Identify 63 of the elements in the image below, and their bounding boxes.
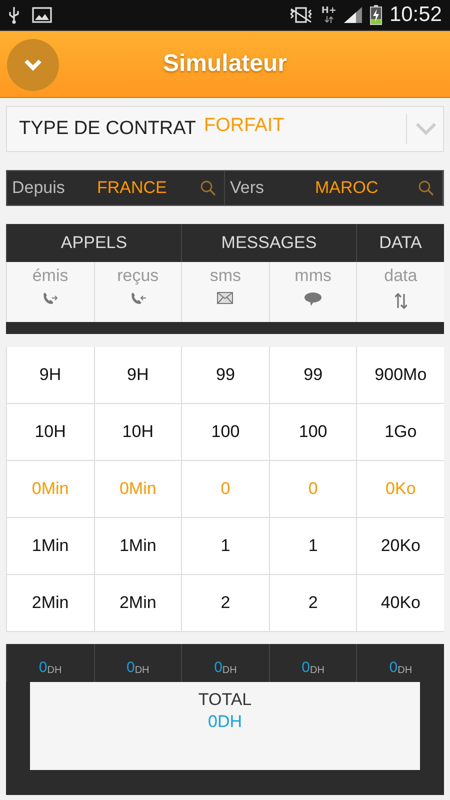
picker-value[interactable]: 99 — [268, 347, 356, 403]
menu-toggle-button[interactable] — [7, 39, 59, 91]
column-label: sms — [210, 266, 242, 286]
contract-value: FORFAIT — [204, 115, 286, 137]
picker-value[interactable]: 900Mo — [356, 347, 444, 403]
total-value: 0DH — [208, 712, 242, 732]
cost-value: 0 — [214, 659, 222, 676]
column-label: data — [384, 266, 418, 286]
chevron-down-icon — [23, 58, 43, 72]
picker-value[interactable]: 99 — [181, 347, 269, 403]
picker-value[interactable]: 10H — [94, 404, 182, 460]
origin-field[interactable]: Depuis FRANCE — [7, 171, 225, 205]
speech-bubble-icon — [304, 292, 322, 306]
total-label: TOTAL — [198, 690, 252, 710]
network-indicator: H+ — [321, 7, 336, 23]
picker-value[interactable]: 1Min — [6, 518, 94, 574]
battery-charging-icon — [370, 5, 382, 25]
signal-icon — [343, 6, 364, 24]
column-label: mms — [294, 266, 332, 286]
cost-unit: DH — [134, 665, 150, 676]
contract-dropdown[interactable]: TYPE DE CONTRAT FORFAIT — [6, 106, 444, 152]
contract-label: TYPE DE CONTRAT — [19, 118, 196, 140]
up-down-arrows-icon — [394, 292, 407, 310]
picker-value[interactable]: 100 — [181, 404, 269, 460]
picker-value[interactable]: 9H — [6, 347, 94, 403]
cost-value: 0 — [302, 659, 310, 676]
picker-value[interactable]: 100 — [268, 404, 356, 460]
envelope-icon — [217, 292, 234, 304]
data-arrows-icon — [324, 16, 334, 23]
picker-value[interactable]: 10H — [6, 404, 94, 460]
clock: 10:52 — [389, 3, 442, 27]
picker-value[interactable]: 2 — [181, 575, 269, 631]
picker-value[interactable]: 1 — [181, 518, 269, 574]
picker-value[interactable]: 2Min — [94, 575, 182, 631]
cost-unit: DH — [222, 665, 237, 676]
column-label: reçus — [117, 266, 159, 286]
cost-value: 0 — [38, 659, 48, 676]
picker-value[interactable]: 1Go — [356, 404, 444, 460]
cost-value: 0 — [126, 659, 135, 676]
picker-value[interactable]: 1 — [268, 518, 356, 574]
chevron-down-icon — [415, 122, 437, 136]
cost-value: 0 — [389, 659, 398, 676]
column-label: émis — [32, 266, 68, 286]
search-icon — [418, 180, 434, 196]
cost-unit: DH — [310, 665, 324, 676]
vibrate-off-icon — [288, 6, 314, 24]
picker-value[interactable]: 1Min — [94, 518, 182, 574]
picker-value[interactable]: 2 — [268, 575, 356, 631]
picker-value[interactable]: 9H — [94, 347, 182, 403]
origin-label: Depuis — [12, 178, 66, 198]
picker-value[interactable]: 2Min — [6, 575, 94, 631]
destination-label: Vers — [230, 178, 266, 198]
image-icon — [32, 7, 52, 23]
screen-title: Simulateur — [162, 50, 288, 78]
usb-icon — [8, 6, 20, 24]
origin-value: FRANCE — [97, 178, 168, 198]
picker-value[interactable]: 40Ko — [356, 575, 444, 631]
picker-value[interactable]: 20Ko — [356, 518, 444, 574]
destination-field[interactable]: Vers MAROC — [225, 171, 443, 205]
cost-unit: DH — [47, 665, 62, 676]
destination-value: MAROC — [315, 178, 380, 198]
search-icon — [200, 180, 216, 196]
cost-unit: DH — [398, 665, 412, 676]
